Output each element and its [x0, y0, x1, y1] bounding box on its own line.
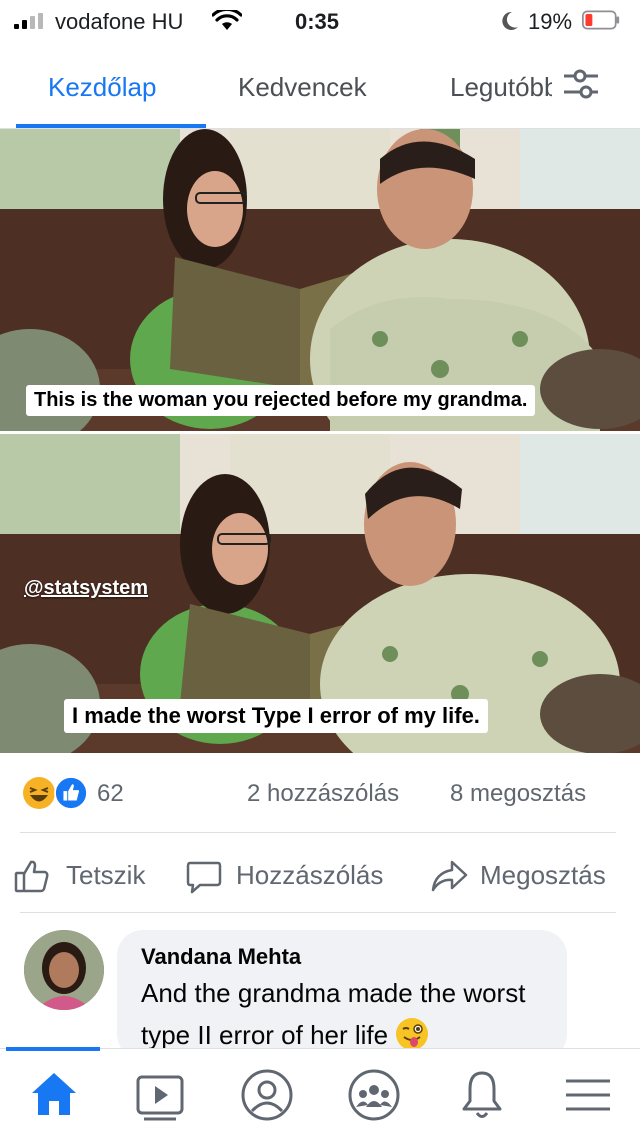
winking-tongue-emoji-icon	[396, 1018, 429, 1050]
tab-home[interactable]: Kezdőlap	[48, 72, 156, 103]
battery-icon	[582, 10, 620, 30]
comment-author[interactable]: Vandana Mehta	[141, 944, 301, 970]
avatar[interactable]	[24, 930, 104, 1010]
watch-video-icon[interactable]	[130, 1065, 190, 1125]
groups-icon[interactable]	[344, 1065, 404, 1125]
clock: 0:35	[295, 9, 340, 34]
meme-caption-top: This is the woman you rejected before my…	[26, 385, 536, 416]
actions-divider	[20, 912, 616, 913]
status-bar: vodafone HU 0:35 19%	[0, 0, 640, 44]
like-reaction-icon	[54, 776, 88, 810]
profile-icon[interactable]	[237, 1065, 297, 1125]
nav-active-indicator	[6, 1047, 100, 1051]
menu-icon[interactable]	[558, 1065, 618, 1125]
comment-button[interactable]: Hozzászólás	[186, 858, 406, 894]
home-icon[interactable]	[24, 1065, 84, 1125]
notifications-bell-icon[interactable]	[452, 1065, 512, 1125]
reactions-summary[interactable]: 62 2 hozzászólás 8 megosztás	[0, 776, 640, 816]
comment-icon	[186, 861, 222, 894]
meme-panel-top: This is the woman you rejected before my…	[0, 129, 640, 439]
comment-text-content: And the grandma made the worst type II e…	[141, 978, 526, 1050]
like-label: Tetszik	[66, 860, 146, 890]
tab-recent[interactable]: Legutóbbiak	[450, 72, 552, 103]
tab-favorites[interactable]: Kedvencek	[238, 72, 367, 103]
carrier-name: vodafone HU	[55, 9, 184, 34]
signal-icon	[14, 13, 48, 29]
share-button[interactable]: Megosztás	[430, 858, 630, 894]
thumbs-up-icon	[14, 860, 49, 893]
share-arrow-icon	[431, 860, 468, 892]
feed-tabs: Kezdőlap Kedvencek Legutóbbiak	[0, 50, 640, 129]
meme-caption-bottom-text: I made the worst Type I error of my life…	[64, 699, 488, 733]
comments-count[interactable]: 2 hozzászólás	[247, 780, 399, 808]
moon-icon	[502, 11, 518, 30]
comment-bubble[interactable]: Vandana Mehta And the grandma made the w…	[117, 930, 567, 1060]
filter-icon[interactable]	[562, 68, 600, 100]
reaction-count: 62	[97, 780, 124, 807]
bottom-nav	[0, 1047, 640, 1137]
like-button[interactable]: Tetszik	[14, 858, 164, 894]
avatar-image	[24, 930, 104, 1010]
active-tab-indicator	[16, 124, 206, 128]
shares-count[interactable]: 8 megosztás	[450, 780, 586, 808]
comment-text: And the grandma made the worst type II e…	[141, 972, 561, 1056]
meme-watermark-text: @statsystem	[24, 577, 149, 599]
wifi-icon	[212, 10, 242, 30]
post-image[interactable]: This is the woman you rejected before my…	[0, 129, 640, 753]
reactions-divider	[20, 832, 616, 833]
haha-reaction-icon	[23, 777, 55, 809]
share-label: Megosztás	[480, 860, 606, 890]
battery-percent: 19%	[528, 9, 573, 34]
comment-label: Hozzászólás	[236, 860, 384, 890]
